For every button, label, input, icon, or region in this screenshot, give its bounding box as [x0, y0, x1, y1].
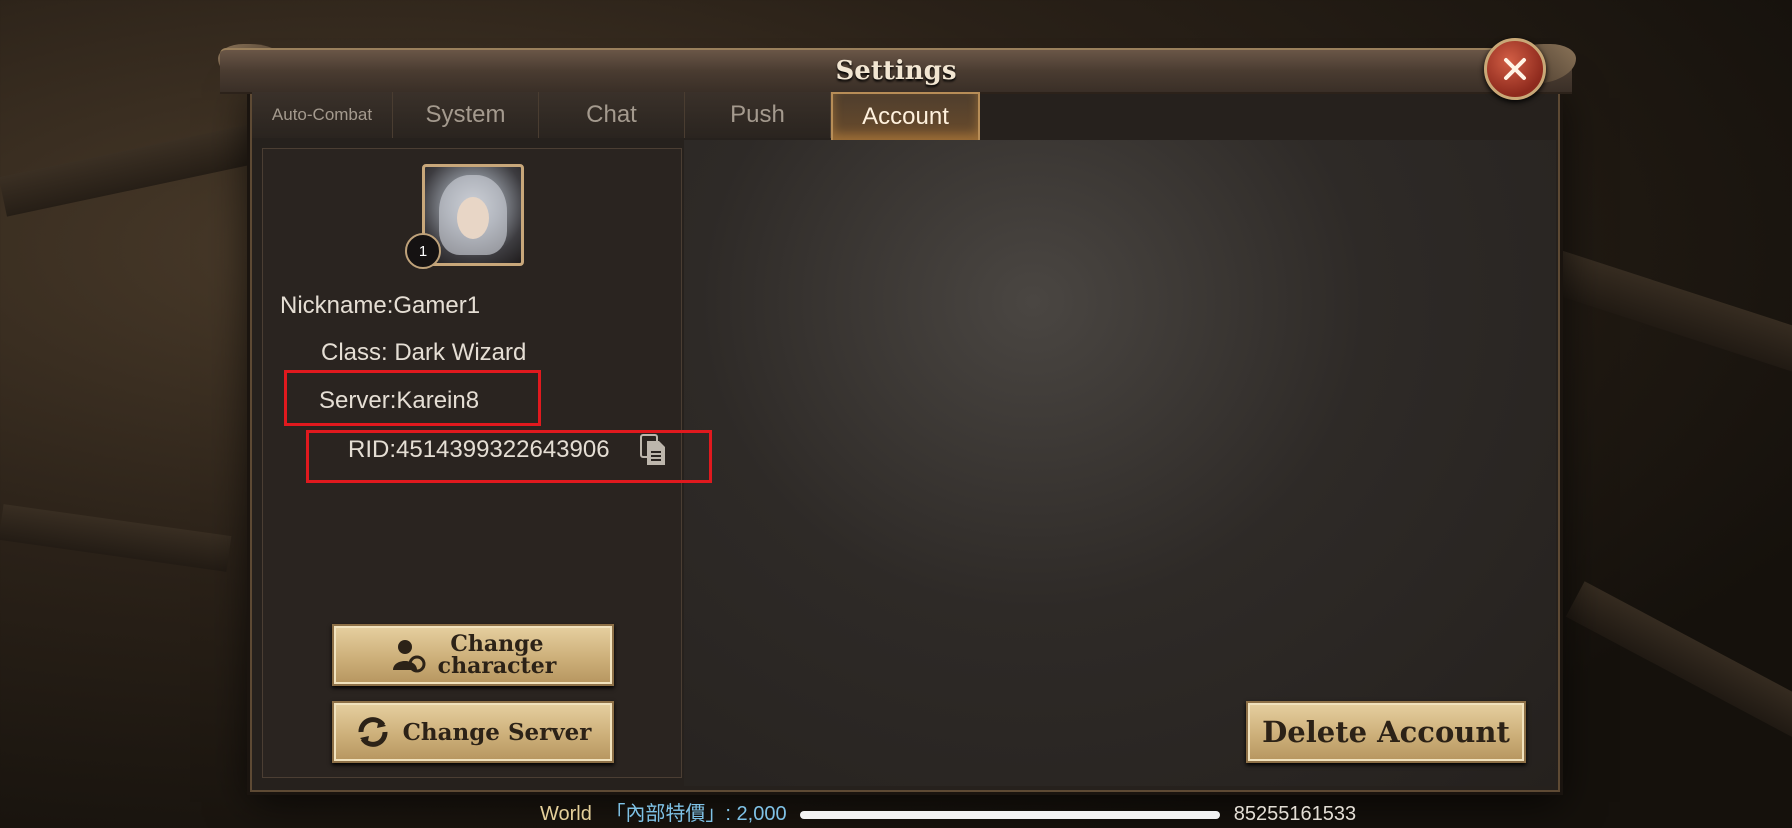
settings-tabs: Auto-Combat System Chat Push Account	[252, 92, 980, 140]
close-button[interactable]	[1484, 38, 1546, 100]
tab-account[interactable]: Account	[831, 92, 980, 140]
class-label: Class: Dark Wizard	[321, 339, 527, 366]
window-title: Settings	[835, 56, 957, 86]
change-character-line2: character	[437, 653, 557, 679]
change-server-label: Change Server	[402, 718, 592, 746]
title-bar: Settings	[220, 48, 1572, 94]
account-content-panel	[684, 140, 1556, 786]
nickname-label: Nickname:Gamer1	[280, 292, 481, 319]
change-character-line1: Change	[450, 631, 544, 657]
background-plank	[0, 123, 262, 217]
ticker-text-end: 85255161533	[1233, 803, 1357, 825]
ticker-redaction-bar	[800, 810, 1221, 819]
level-badge: 1	[405, 233, 441, 269]
ticker-channel: World	[540, 803, 592, 825]
server-highlight-box	[284, 370, 541, 426]
ticker-text-start: 「內部特價」: 2,000	[605, 803, 787, 825]
rid-highlight-box	[306, 430, 712, 483]
world-chat-ticker[interactable]: World 「內部特價」: 2,000 85255161533	[540, 797, 1356, 826]
background-plank	[1565, 581, 1792, 739]
change-character-icon	[392, 640, 426, 673]
change-character-label: Change character	[438, 633, 557, 677]
change-character-button[interactable]: Change character	[332, 624, 614, 686]
close-icon	[1504, 58, 1526, 80]
change-server-icon	[358, 717, 388, 747]
background-plank	[0, 504, 232, 572]
delete-account-button[interactable]: Delete Account	[1246, 701, 1526, 763]
change-server-button[interactable]: Change Server	[332, 701, 614, 763]
delete-account-label: Delete Account	[1262, 715, 1510, 749]
avatar-face	[457, 197, 489, 239]
tab-system[interactable]: System	[393, 92, 539, 138]
tab-auto-combat[interactable]: Auto-Combat	[252, 92, 393, 138]
tab-chat[interactable]: Chat	[539, 92, 685, 138]
background-plank	[1540, 247, 1792, 377]
tab-push[interactable]: Push	[685, 92, 831, 138]
